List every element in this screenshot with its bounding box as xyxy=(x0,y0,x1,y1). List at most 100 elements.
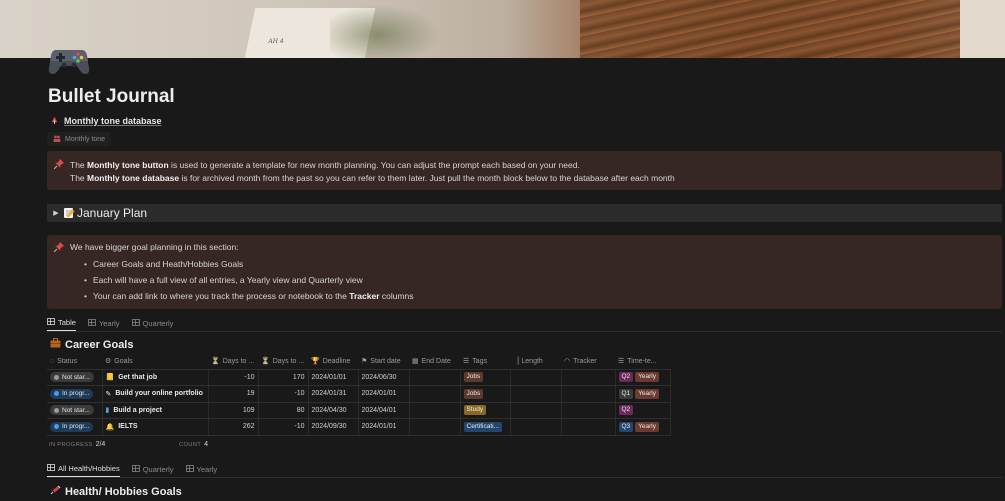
briefcase-icon xyxy=(50,338,61,351)
tab-quarterly[interactable]: Quarterly xyxy=(131,318,173,331)
end-cell[interactable] xyxy=(409,369,461,386)
table-icon xyxy=(47,464,55,473)
gallery-icon xyxy=(131,464,140,474)
column-goals[interactable]: ⚙ Goals xyxy=(102,354,208,370)
deadline-cell[interactable]: 2024/04/30 xyxy=(308,402,359,419)
list-item: Each will have a full view of all entrie… xyxy=(84,272,414,288)
days-cell: 80 xyxy=(258,402,309,419)
cover-image: AH 4 xyxy=(0,0,1005,58)
list-icon: ☰ xyxy=(618,358,625,366)
gallery-icon xyxy=(88,318,96,328)
monthly-tone-label: Monthly tone xyxy=(65,135,106,143)
info-callout: The Monthly tone button is used to gener… xyxy=(47,151,1002,190)
tags-cell[interactable]: Jobs xyxy=(460,385,511,403)
hourglass-icon: ⏳ xyxy=(211,358,220,366)
page-title: Bullet Journal xyxy=(48,86,175,107)
column-tracker[interactable]: ◠ Tracker xyxy=(561,354,615,370)
start-cell[interactable]: 2024/06/30 xyxy=(358,369,410,386)
tracker-cell[interactable] xyxy=(561,402,616,419)
deadline-cell[interactable]: 2024/01/31 xyxy=(308,385,359,403)
goal-cell[interactable]: 📒 Get that job xyxy=(106,373,205,382)
january-plan-label: January Plan xyxy=(77,206,148,220)
status-badge[interactable]: Not star... xyxy=(50,405,94,416)
goal-cell[interactable]: 🔔 IELTS xyxy=(106,423,205,431)
goal-cell[interactable]: ✎ Build your online portfolio xyxy=(106,390,205,398)
start-cell[interactable]: 2024/01/01 xyxy=(358,385,410,403)
career-goals-title[interactable]: Career Goals xyxy=(50,338,133,351)
column-start-date[interactable]: ⚑ Start date xyxy=(358,354,409,370)
pushpin-icon xyxy=(53,242,64,254)
game-controller-icon[interactable] xyxy=(48,44,90,76)
tab-table[interactable]: Table xyxy=(47,318,76,331)
tracker-cell[interactable] xyxy=(561,385,616,403)
tab-all-health-hobbies[interactable]: All Health/Hobbies xyxy=(47,464,120,477)
table-row[interactable]: In progr... ✎ Build your online portfolio… xyxy=(47,385,671,403)
status-badge[interactable]: In progr... xyxy=(50,421,94,432)
tab-yearly[interactable]: Yearly xyxy=(185,464,217,477)
divider xyxy=(47,477,1002,478)
end-cell[interactable] xyxy=(409,402,461,419)
time-cell[interactable]: Q2 Yearly xyxy=(615,369,671,386)
deadline-cell[interactable]: 2024/09/30 xyxy=(308,418,359,436)
column-status[interactable]: ◌ Status xyxy=(47,354,102,370)
time-cell[interactable]: Q3 Yearly xyxy=(615,418,671,436)
column-end-date[interactable]: ▦ End Date xyxy=(409,354,460,370)
cover-wood xyxy=(580,0,1000,58)
trophy-icon: 🏆 xyxy=(311,358,320,366)
days-cell: 170 xyxy=(258,369,309,386)
calendar-icon: ▦ xyxy=(412,358,419,366)
tracker-cell[interactable] xyxy=(561,369,616,386)
pushpin-icon xyxy=(53,159,64,171)
length-cell[interactable] xyxy=(510,402,562,419)
column-length[interactable]: ▕ Length xyxy=(510,354,561,370)
in-progress-summary[interactable]: IN PROGRESS 2/4 xyxy=(49,441,179,448)
table-icon xyxy=(47,318,55,327)
end-cell[interactable] xyxy=(409,418,461,436)
deadline-cell[interactable]: 2024/01/01 xyxy=(308,369,359,386)
table-row[interactable]: Not star... ▮ Build a project 109 80 2024… xyxy=(47,402,671,419)
pencil-icon: ✎ xyxy=(105,390,112,398)
tags-cell[interactable]: Study xyxy=(460,402,511,419)
ruler-icon: ▕ xyxy=(513,358,519,366)
length-cell[interactable] xyxy=(510,418,562,436)
column-time-term[interactable]: ☰ Time-te... xyxy=(615,354,670,370)
health-hobbies-title[interactable]: Health/ Hobbies Goals xyxy=(50,485,182,498)
tracker-cell[interactable] xyxy=(561,418,616,436)
end-cell[interactable] xyxy=(409,385,461,403)
people-icon xyxy=(53,135,61,144)
length-cell[interactable] xyxy=(510,385,562,403)
tab-quarterly[interactable]: Quarterly xyxy=(131,464,174,477)
bell-icon: 🔔 xyxy=(105,423,115,431)
tab-yearly[interactable]: Yearly xyxy=(88,318,120,331)
column-deadline[interactable]: 🏆 Deadline xyxy=(308,354,358,370)
days-cell: -10 xyxy=(258,385,309,403)
length-cell[interactable] xyxy=(510,369,562,386)
time-cell[interactable]: Q1 Yearly xyxy=(615,385,671,403)
goal-cell[interactable]: ▮ Build a project xyxy=(106,406,205,415)
table-footer: IN PROGRESS 2/4 COUNT 4 xyxy=(49,441,208,448)
column-tags[interactable]: ☰ Tags xyxy=(460,354,510,370)
january-plan-toggle[interactable]: ▶ January Plan xyxy=(47,204,1002,222)
start-cell[interactable]: 2024/01/01 xyxy=(358,418,410,436)
status-badge[interactable]: In progr... xyxy=(50,388,94,399)
status-badge[interactable]: Not star... xyxy=(50,372,94,383)
database-link-label[interactable]: Monthly tone database xyxy=(64,116,162,126)
career-goals-table: ◌ Status ⚙ Goals ⏳ Days to ... ⏳ Days to ...… xyxy=(47,354,671,436)
monthly-tone-button[interactable]: Monthly tone xyxy=(47,132,112,146)
list-item: Career Goals and Heath/Hobbies Goals xyxy=(84,256,414,272)
syringe-icon xyxy=(50,485,61,498)
column-days-to-1[interactable]: ⏳ Days to ... xyxy=(208,354,258,370)
gallery-icon xyxy=(185,464,194,474)
career-view-tabs: Table Yearly Quarterly xyxy=(47,318,173,331)
column-days-to-2[interactable]: ⏳ Days to ... xyxy=(258,354,308,370)
tags-cell[interactable]: Jobs xyxy=(460,369,511,386)
database-link[interactable]: Monthly tone database xyxy=(50,115,162,126)
table-row[interactable]: In progr... 🔔 IELTS 262 -10 2024/09/30 20… xyxy=(47,418,671,436)
tags-cell[interactable]: Certificati... xyxy=(460,418,511,436)
hourglass-icon: ⏳ xyxy=(261,358,270,366)
count-summary[interactable]: COUNT 4 xyxy=(179,441,208,448)
toggle-arrow-icon[interactable]: ▶ xyxy=(49,209,63,217)
start-cell[interactable]: 2024/04/01 xyxy=(358,402,410,419)
time-cell[interactable]: Q2 xyxy=(615,402,671,419)
table-row[interactable]: Not star... 📒 Get that job -10 170 2024/0… xyxy=(47,369,671,386)
